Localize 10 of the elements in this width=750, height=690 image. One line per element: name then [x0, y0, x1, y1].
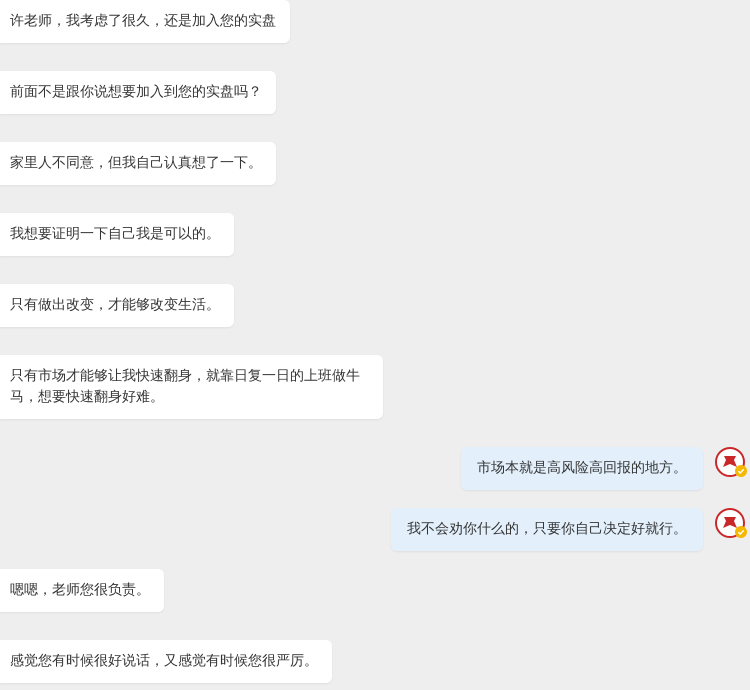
message-bubble: 只有做出改变，才能够改变生活。 [0, 284, 234, 327]
message-bubble: 许老师，我考虑了很久，还是加入您的实盘 [0, 0, 290, 43]
message-bubble: 嗯嗯，老师您很负责。 [0, 569, 164, 612]
message-bubble: 前面不是跟你说想要加入到您的实盘吗？ [0, 71, 276, 114]
message-bubble: 我想要证明一下自己我是可以的。 [0, 213, 234, 256]
message-bubble: 我不会劝你什么的，只要你自己决定好就行。 [391, 508, 703, 551]
message-bubble: 只有市场才能够让我快速翻身，就靠日复一日的上班做牛马，想要快速翻身好难。 [0, 355, 383, 419]
message-bubble: 市场本就是高风险高回报的地方。 [461, 447, 703, 490]
message-bubble: 家里人不同意，但我自己认真想了一下。 [0, 142, 276, 185]
message-bubble: 感觉您有时候很好说话，又感觉有时候您很严厉。 [0, 640, 332, 683]
